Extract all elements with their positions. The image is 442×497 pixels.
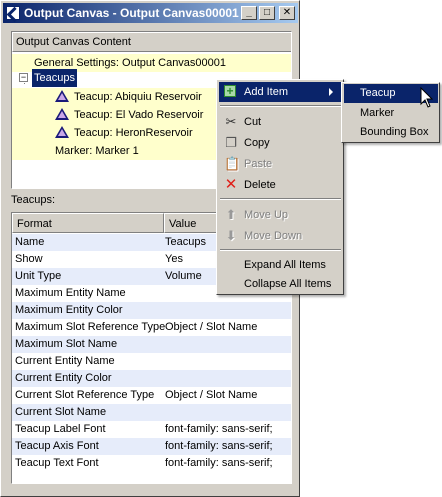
collapse-icon[interactable]: − (19, 73, 28, 82)
title-bar[interactable]: Output Canvas - Output Canvas00001 _ □ ✕ (3, 3, 298, 23)
menu-item-cut[interactable]: ✂ Cut (219, 112, 341, 132)
format-cell: Teacup Axis Font (15, 440, 99, 452)
menu-separator (220, 249, 341, 251)
value-cell[interactable]: font-family: sans-serif; (165, 438, 273, 455)
format-cell: Current Entity Color (15, 372, 112, 384)
section-label: Teacups: (11, 194, 56, 206)
submenu-arrow-icon (329, 88, 333, 96)
mouse-cursor-icon (420, 87, 434, 108)
app-icon (6, 6, 20, 20)
tree-item-label: Teacup: HeronReservoir (74, 127, 193, 139)
format-cell: Current Entity Name (15, 355, 115, 367)
menu-item-label: Cut (244, 116, 262, 128)
tree-item-label: Teacup: Abiquiu Reservoir (74, 91, 202, 103)
arrow-down-icon: ⬇ (225, 228, 237, 243)
value-cell[interactable]: Object / Slot Name (165, 387, 257, 404)
table-row[interactable]: Teacup Text Font font-family: sans-serif; (12, 455, 291, 472)
menu-item-label: Move Up (244, 209, 289, 221)
format-cell: Maximum Entity Name (15, 287, 126, 299)
menu-item-label: Add Item (244, 86, 289, 98)
format-cell: Unit Type (15, 270, 62, 282)
close-button[interactable]: ✕ (279, 6, 295, 20)
value-cell[interactable]: Teacups (165, 234, 206, 251)
paste-icon: 📋 (224, 156, 241, 171)
menu-item-delete[interactable]: ✕ Delete (219, 175, 341, 195)
tree-item-teacups[interactable]: Teacups (32, 69, 77, 87)
delete-icon: ✕ (224, 176, 238, 193)
menu-item-move-up[interactable]: ⬆ Move Up (219, 205, 341, 225)
value-cell[interactable]: Volume (165, 268, 202, 285)
menu-separator (220, 198, 341, 200)
menu-item-add-item[interactable]: + Add Item (219, 82, 341, 102)
menu-separator (220, 105, 341, 107)
table-row[interactable]: Current Entity Name (12, 353, 291, 370)
table-row[interactable]: Current Slot Name (12, 404, 291, 421)
table-row[interactable]: Teacup Label Font font-family: sans-serif… (12, 421, 291, 438)
format-cell: Maximum Slot Name (15, 338, 118, 350)
format-cell: Show (15, 253, 43, 265)
tree-header[interactable]: Output Canvas Content (12, 32, 291, 52)
context-menu: + Add Item ✂ Cut ❐ Copy 📋 Paste ✕ Delete… (216, 79, 344, 295)
menu-item-expand-all[interactable]: Expand All Items (219, 255, 341, 275)
menu-item-collapse-all[interactable]: Collapse All Items (219, 274, 341, 294)
value-cell[interactable]: font-family: sans-serif; (165, 421, 273, 438)
add-icon: + (224, 85, 236, 97)
teacup-icon (55, 90, 69, 102)
menu-item-label: Collapse All Items (244, 278, 332, 290)
table-row[interactable]: Current Entity Color (12, 370, 291, 387)
menu-item-copy[interactable]: ❐ Copy (219, 133, 341, 153)
format-cell: Current Slot Reference Type (15, 389, 155, 401)
value-cell[interactable]: Yes (165, 251, 183, 268)
column-header-format[interactable]: Format (12, 213, 164, 233)
table-row[interactable]: Maximum Slot Reference Type Object / Slot… (12, 319, 291, 336)
teacup-icon (55, 126, 69, 138)
menu-item-label: Delete (244, 179, 276, 191)
window-title: Output Canvas - Output Canvas00001 (24, 6, 239, 20)
copy-icon: ❐ (225, 135, 237, 150)
format-cell: Current Slot Name (15, 406, 107, 418)
menu-item-move-down[interactable]: ⬇ Move Down (219, 226, 341, 246)
menu-item-paste[interactable]: 📋 Paste (219, 154, 341, 174)
format-cell: Maximum Entity Color (15, 304, 123, 316)
format-cell: Teacup Label Font (15, 423, 106, 435)
scissors-icon: ✂ (225, 114, 237, 129)
submenu-item-bounding-box[interactable]: Bounding Box (344, 123, 438, 142)
minimize-button[interactable]: _ (241, 6, 257, 20)
format-cell: Teacup Text Font (15, 457, 99, 469)
tree-item-label: Teacup: El Vado Reservoir (74, 109, 204, 121)
menu-item-label: Move Down (244, 230, 303, 242)
maximize-button[interactable]: □ (259, 6, 275, 20)
value-cell[interactable]: font-family: sans-serif; (165, 455, 273, 472)
menu-item-label: Expand All Items (244, 259, 326, 271)
table-row[interactable]: Maximum Entity Color (12, 302, 291, 319)
table-row[interactable]: Current Slot Reference Type Object / Slot… (12, 387, 291, 404)
arrow-up-icon: ⬆ (225, 207, 237, 222)
format-cell: Name (15, 236, 45, 248)
menu-item-label: Copy (244, 137, 270, 149)
teacup-icon (55, 108, 69, 120)
tree-item-label: General Settings: Output Canvas00001 (34, 57, 227, 69)
tree-item-label: Teacups (34, 72, 75, 84)
value-cell[interactable]: Object / Slot Name (165, 319, 257, 336)
table-row[interactable]: Maximum Slot Name (12, 336, 291, 353)
tree-item-label: Marker: Marker 1 (55, 145, 139, 157)
menu-item-label: Paste (244, 158, 273, 170)
table-row[interactable]: Teacup Axis Font font-family: sans-serif; (12, 438, 291, 455)
format-cell: Maximum Slot Reference Type (15, 321, 166, 333)
